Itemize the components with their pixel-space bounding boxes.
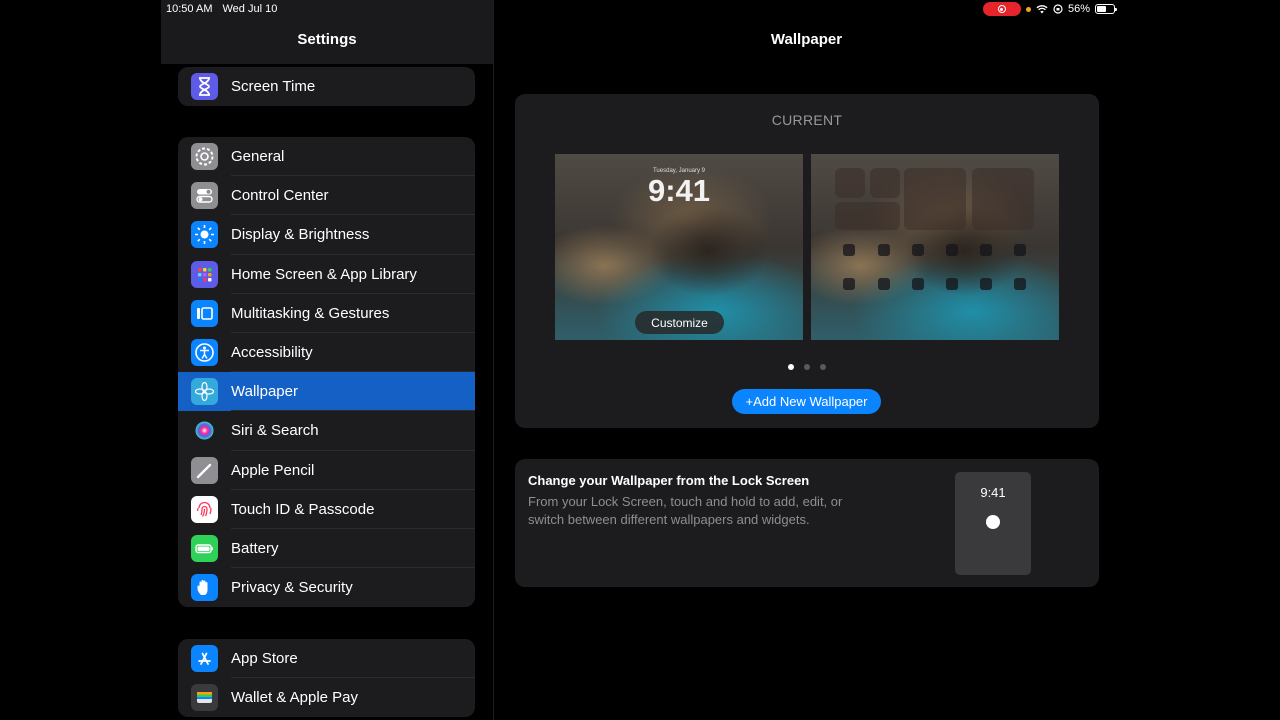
- current-wallpaper-card: CURRENT Tuesday, January 9 9:41 Customiz…: [515, 94, 1099, 428]
- sidebar-item-home-screen-and-app-library[interactable]: Home Screen & App Library: [178, 255, 475, 294]
- toggles-icon: [191, 182, 218, 210]
- wallet-icon: [191, 684, 218, 712]
- orientation-lock-icon: [1053, 4, 1063, 14]
- app-grid-icon: [191, 260, 218, 288]
- screen-recording-indicator[interactable]: [982, 2, 1021, 16]
- sidebar-item-label: Apple Pencil: [231, 461, 315, 479]
- settings-group-system: General Control Center Display & Brightnes…: [178, 137, 475, 608]
- app-icon-placeholder: [843, 244, 855, 256]
- hand-icon: [191, 574, 218, 602]
- app-icon-placeholder: [980, 278, 992, 290]
- sidebar-item-label: Wallpaper: [231, 383, 298, 401]
- sidebar-item-touch-id-and-passcode[interactable]: Touch ID & Passcode: [178, 490, 475, 529]
- app-icon-placeholder: [843, 278, 855, 290]
- sidebar-item-label: General: [231, 148, 285, 166]
- app-icon-placeholder: [912, 278, 924, 290]
- sidebar-item-label: Wallet & Apple Pay: [231, 689, 359, 707]
- sidebar-item-wallpaper[interactable]: Wallpaper: [178, 372, 475, 412]
- settings-group-apps: App Store Wallet & Apple Pay: [178, 639, 475, 718]
- page-dot[interactable]: [804, 364, 810, 370]
- sidebar-item-label: Siri & Search: [231, 422, 319, 440]
- sidebar-item-label: Home Screen & App Library: [231, 265, 417, 283]
- illustration-time: 9:41: [980, 485, 1006, 500]
- lock-screen-time: 9:41: [647, 173, 711, 208]
- sidebar-item-label: Privacy & Security: [231, 579, 353, 597]
- detail-title: Wallpaper: [770, 31, 843, 48]
- widget-placeholder: [835, 202, 900, 230]
- app-icon-placeholder: [878, 244, 890, 256]
- sun-icon: [191, 221, 218, 249]
- status-date: Wed Jul 10: [222, 3, 278, 15]
- app-icon-placeholder: [878, 278, 890, 290]
- sidebar-item-label: App Store: [231, 650, 298, 668]
- sidebar-item-label: Battery: [231, 539, 279, 557]
- fingerprint-icon: [191, 495, 218, 523]
- sidebar-item-label: Display & Brightness: [231, 226, 370, 244]
- add-new-wallpaper-button[interactable]: +Add New Wallpaper: [732, 389, 881, 414]
- touch-point-icon: [986, 515, 1000, 529]
- lock-screen-preview[interactable]: Tuesday, January 9 9:41 Customize: [555, 154, 803, 340]
- widget-placeholder: [972, 168, 1034, 230]
- accessibility-icon: [191, 339, 218, 367]
- tip-title: Change your Wallpaper from the Lock Scre…: [528, 473, 810, 488]
- sidebar-item-wallet-and-apple-pay[interactable]: Wallet & Apple Pay: [178, 678, 475, 717]
- app-icon-placeholder: [1014, 244, 1026, 256]
- sidebar-item-label: Screen Time: [231, 78, 316, 96]
- app-icon-placeholder: [946, 244, 958, 256]
- multitasking-icon: [191, 299, 218, 327]
- battery-icon: [191, 534, 218, 562]
- sidebar-item-battery[interactable]: Battery: [178, 529, 475, 569]
- gear-icon: [191, 143, 218, 171]
- sidebar-item-privacy-and-security[interactable]: Privacy & Security: [178, 568, 475, 607]
- microphone-indicator-icon: [1025, 6, 1031, 12]
- widget-placeholder: [835, 168, 865, 198]
- sidebar-item-multitasking-and-gestures[interactable]: Multitasking & Gestures: [178, 294, 475, 333]
- wifi-icon: [1036, 5, 1048, 14]
- battery-icon: [1095, 4, 1117, 14]
- record-icon: [997, 5, 1006, 13]
- sidebar-item-display-and-brightness[interactable]: Display & Brightness: [178, 215, 475, 255]
- sidebar-item-screen-time[interactable]: Screen Time: [178, 67, 475, 106]
- sidebar-item-label: Touch ID & Passcode: [231, 500, 375, 518]
- flower-icon: [191, 378, 218, 406]
- sidebar-item-label: Multitasking & Gestures: [231, 304, 390, 322]
- sidebar-item-accessibility[interactable]: Accessibility: [178, 333, 475, 373]
- sidebar-item-label: Control Center: [231, 187, 329, 205]
- page-indicator[interactable]: [515, 364, 1099, 370]
- settings-group-screen-time: Screen Time: [178, 67, 475, 107]
- sidebar-item-general[interactable]: General: [178, 137, 475, 177]
- current-label: CURRENT: [771, 112, 843, 128]
- pencil-icon: [191, 456, 218, 484]
- page-dot[interactable]: [820, 364, 826, 370]
- sidebar-item-label: Accessibility: [231, 344, 313, 362]
- page-dot[interactable]: [788, 364, 794, 370]
- battery-fill: [1097, 6, 1106, 12]
- lock-screen-tip-card: Change your Wallpaper from the Lock Scre…: [515, 459, 1099, 587]
- sidebar-item-siri-and-search[interactable]: Siri & Search: [178, 411, 475, 451]
- battery-percent: 56%: [1067, 3, 1090, 15]
- siri-icon: [191, 417, 218, 445]
- split-view-divider[interactable]: [493, 0, 494, 720]
- sidebar-item-control-center[interactable]: Control Center: [178, 176, 475, 216]
- app-store-icon: [191, 645, 218, 673]
- app-icon-placeholder: [946, 278, 958, 290]
- status-bar-right: 56%: [982, 2, 1117, 16]
- hourglass-icon: [191, 73, 218, 101]
- home-screen-preview[interactable]: [811, 154, 1059, 340]
- status-bar-left: 10:50 AM Wed Jul 10: [166, 3, 277, 15]
- sidebar-item-apple-pencil[interactable]: Apple Pencil: [178, 451, 475, 490]
- sidebar-item-app-store[interactable]: App Store: [178, 639, 475, 679]
- app-icon-placeholder: [1014, 278, 1026, 290]
- app-icon-placeholder: [912, 244, 924, 256]
- widget-placeholder: [870, 168, 900, 198]
- customize-button[interactable]: Customize: [635, 311, 724, 334]
- tip-body: From your Lock Screen, touch and hold to…: [528, 494, 843, 527]
- status-time: 10:50 AM: [166, 3, 213, 15]
- widget-placeholder: [904, 168, 966, 230]
- sidebar-title: Settings: [297, 31, 357, 48]
- lock-screen-illustration: 9:41: [955, 472, 1031, 575]
- app-icon-placeholder: [980, 244, 992, 256]
